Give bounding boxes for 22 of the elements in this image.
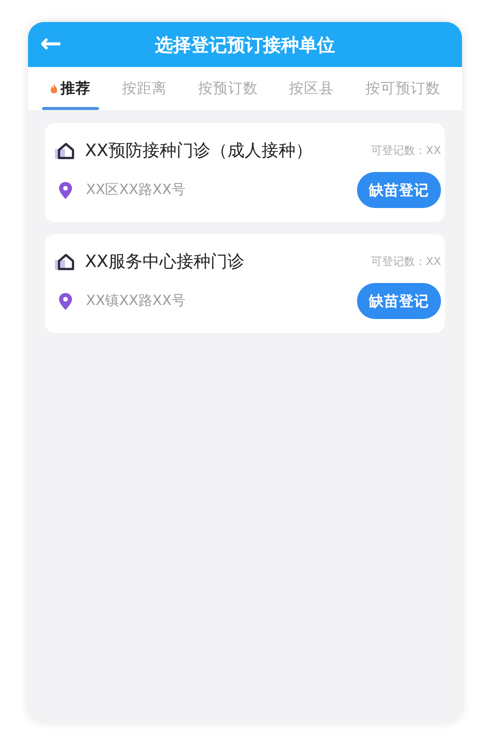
available-count: 可登记数：XX xyxy=(370,254,441,269)
location-pin-icon xyxy=(59,292,72,310)
tab[interactable]: 按距离 xyxy=(118,67,171,110)
tab[interactable]: 按预订数 xyxy=(194,67,262,110)
back-button[interactable]: ← xyxy=(40,28,62,60)
flame-icon xyxy=(50,84,58,94)
tab[interactable]: 按区县 xyxy=(285,67,338,110)
location-pin-icon xyxy=(59,182,72,198)
site-card[interactable]: XX预防接种门诊（成人接种） 可登记数：XX XX区XX路XX号 缺苗登记 xyxy=(45,123,445,222)
register-button[interactable]: 缺苗登记 xyxy=(357,283,441,319)
site-card[interactable]: XX服务中心接种门诊 可登记数：XX XX镇XX路XX号 缺苗登记 xyxy=(45,234,445,333)
tab[interactable]: 推荐 xyxy=(46,67,95,110)
site-address: XX镇XX路XX号 xyxy=(86,292,187,310)
site-name: XX服务中心接种门诊 xyxy=(85,251,246,273)
home-icon xyxy=(55,252,75,270)
available-count: 可登记数：XX xyxy=(370,143,441,158)
site-address: XX区XX路XX号 xyxy=(86,181,187,199)
page-title: 选择登记预订接种单位 xyxy=(155,34,335,56)
tab[interactable]: 按可预订数 xyxy=(361,67,444,110)
register-button[interactable]: 缺苗登记 xyxy=(357,172,441,208)
site-name: XX预防接种门诊（成人接种） xyxy=(85,140,314,162)
home-icon xyxy=(55,142,75,160)
